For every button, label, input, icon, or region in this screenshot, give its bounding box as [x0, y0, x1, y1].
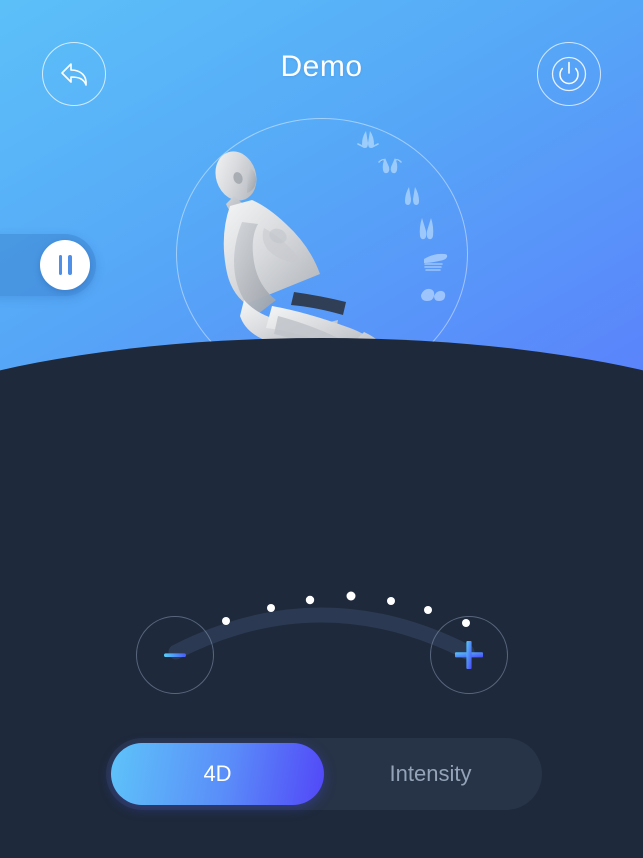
- pause-icon: [40, 240, 90, 290]
- pause-bar-right: [68, 255, 72, 275]
- minus-icon: [164, 653, 186, 657]
- level-dot: [346, 591, 356, 601]
- level-dot: [222, 617, 230, 625]
- mode-toggle: 4D Intensity: [106, 738, 542, 810]
- level-dot: [267, 604, 275, 612]
- waist-zone-icon: [405, 187, 419, 205]
- pause-bar-left: [58, 255, 62, 275]
- level-dot: [424, 606, 432, 614]
- mode-option-4d[interactable]: 4D: [111, 743, 324, 805]
- level-dot: [305, 595, 315, 605]
- calf-zone-icon: [424, 253, 448, 271]
- pause-button[interactable]: [0, 234, 96, 296]
- power-icon: [551, 56, 587, 92]
- mode-option-intensity[interactable]: Intensity: [324, 743, 537, 805]
- increase-level-button[interactable]: [430, 616, 508, 694]
- power-button[interactable]: [537, 42, 601, 106]
- decrease-level-button[interactable]: [136, 616, 214, 694]
- foot-zone-icon: [421, 288, 446, 301]
- app-header: Demo: [0, 0, 643, 148]
- level-arc: [168, 591, 475, 660]
- thigh-zone-icon: [419, 218, 434, 240]
- massage-chair-app: Demo 4D Intensity: [0, 0, 643, 858]
- plus-icon: [455, 641, 483, 669]
- arm-zone-icon: [378, 158, 402, 174]
- level-dot: [387, 597, 395, 605]
